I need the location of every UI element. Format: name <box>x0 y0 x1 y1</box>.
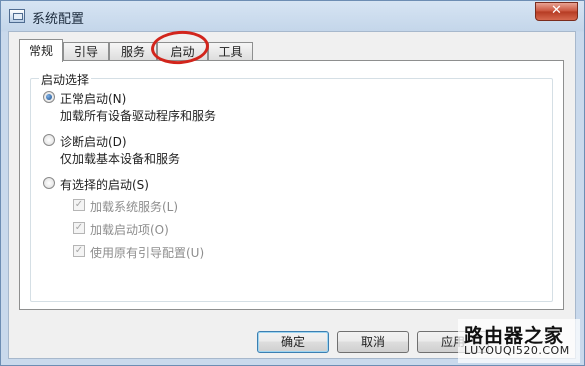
watermark-url: LUYOUQI520.COM <box>464 344 570 357</box>
normal-startup-label: 正常启动(N) <box>60 92 127 106</box>
diagnostic-startup-label: 诊断启动(D) <box>60 135 127 149</box>
window-title: 系统配置 <box>32 12 85 27</box>
load-system-services-label: 加载系统服务(L) <box>90 200 179 214</box>
use-original-boot-config-label: 使用原有引导配置(U) <box>90 246 205 260</box>
selective-startup-label: 有选择的启动(S) <box>60 178 149 192</box>
diagnostic-startup-description: 仅加载基本设备和服务 <box>60 152 181 166</box>
load-startup-items-checkbox: ✓ <box>73 222 85 234</box>
general-tab-panel: 启动选择 正常启动(N) 加载所有设备驱动程序和服务 诊断启动(D) 仅加载基本… <box>19 60 564 310</box>
use-original-boot-config-checkbox: ✓ <box>73 245 85 257</box>
cancel-button[interactable]: 取消 <box>337 331 409 353</box>
load-system-services-checkbox: ✓ <box>73 199 85 211</box>
startup-selection-group: 启动选择 正常启动(N) 加载所有设备驱动程序和服务 诊断启动(D) 仅加载基本… <box>30 71 553 302</box>
tab-boot[interactable]: 引导 <box>63 42 109 61</box>
normal-startup-radio[interactable] <box>43 91 55 103</box>
dialog-body: 常规 引导 服务 启动 工具 启动选择 正常启动(N) 加载所有设备驱动程序和服… <box>8 31 576 359</box>
close-button[interactable]: ✕ <box>535 2 578 21</box>
site-watermark: 路由器之家 LUYOUQI520.COM <box>458 319 580 363</box>
selective-startup-radio[interactable] <box>43 177 55 189</box>
system-config-window: 系统配置 ✕ 常规 引导 服务 启动 工具 启动选择 正常启动(N) 加载所有设… <box>0 0 585 366</box>
diagnostic-startup-radio[interactable] <box>43 134 55 146</box>
tab-tools[interactable]: 工具 <box>208 42 253 61</box>
system-config-icon <box>9 9 25 23</box>
normal-startup-description: 加载所有设备驱动程序和服务 <box>60 109 217 123</box>
group-title: 启动选择 <box>39 71 92 88</box>
ok-button[interactable]: 确定 <box>257 331 329 353</box>
tab-general[interactable]: 常规 <box>19 39 63 62</box>
load-startup-items-label: 加载启动项(O) <box>90 223 169 237</box>
title-bar[interactable]: 系统配置 ✕ <box>1 1 584 31</box>
tab-services[interactable]: 服务 <box>109 42 157 61</box>
